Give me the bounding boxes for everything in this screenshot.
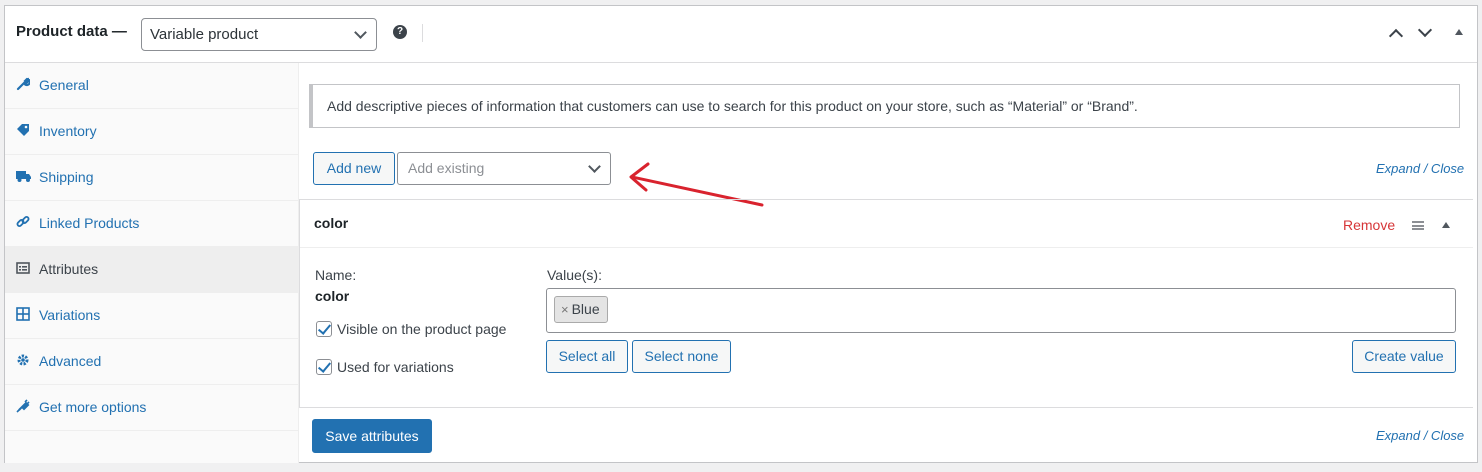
product-type-value: Variable product <box>150 26 259 43</box>
wrench-icon <box>16 77 31 91</box>
truck-icon <box>16 169 31 183</box>
tab-label: Inventory <box>39 123 97 139</box>
used-for-variations-checkbox[interactable] <box>316 359 332 375</box>
remove-attribute-link[interactable]: Remove <box>1343 217 1395 233</box>
tab-label: Variations <box>39 307 101 323</box>
header-divider <box>422 24 423 42</box>
chevron-down-icon <box>354 26 367 39</box>
save-attributes-button[interactable]: Save attributes <box>312 419 432 453</box>
collapse-attribute-icon[interactable] <box>1442 222 1450 228</box>
add-existing-placeholder: Add existing <box>408 160 485 176</box>
tab-label: General <box>39 77 89 93</box>
tab-label: Attributes <box>39 261 99 277</box>
help-icon[interactable]: ? <box>393 25 407 39</box>
name-label: Name: <box>315 267 357 283</box>
tab-label: Linked Products <box>39 215 140 231</box>
tab-general[interactable]: General <box>5 63 299 109</box>
tab-get-more-options[interactable]: Get more options <box>5 385 299 431</box>
tab-label: Advanced <box>39 353 102 369</box>
drag-handle-icon[interactable] <box>1412 221 1424 230</box>
create-value-button[interactable]: Create value <box>1352 340 1456 373</box>
chevron-down-icon <box>1417 22 1433 38</box>
link-icon <box>16 215 30 229</box>
attribute-name-value: color <box>315 288 350 304</box>
chevron-down-icon <box>588 160 601 173</box>
tag-icon <box>16 123 30 137</box>
panel-title: Product data — <box>16 23 127 40</box>
list-icon <box>16 261 30 275</box>
expand-close-link[interactable]: Expand / Close <box>1376 161 1464 176</box>
visible-on-product-page-label: Visible on the product page <box>337 321 507 337</box>
tab-linked-products[interactable]: Linked Products <box>5 201 299 247</box>
remove-value-icon[interactable]: × <box>561 302 569 317</box>
move-up-button[interactable] <box>1385 24 1407 44</box>
attribute-title: color <box>314 215 349 231</box>
value-chip-label: Blue <box>571 301 600 317</box>
tab-label: Shipping <box>39 169 94 185</box>
tab-advanced[interactable]: Advanced <box>5 339 299 385</box>
collapse-toggle-icon[interactable] <box>1455 29 1463 35</box>
plug-icon <box>16 399 30 413</box>
gear-icon <box>16 353 30 367</box>
chevron-up-icon <box>1388 28 1404 44</box>
values-input[interactable]: × Blue <box>546 288 1456 333</box>
add-new-button[interactable]: Add new <box>313 152 395 185</box>
add-existing-select[interactable]: Add existing <box>397 152 611 185</box>
grid-icon <box>16 307 30 321</box>
tab-label: Get more options <box>39 399 147 415</box>
attribute-item: color Remove Name: color Visible on the … <box>299 199 1473 408</box>
tab-attributes[interactable]: Attributes <box>5 247 299 293</box>
tab-variations[interactable]: Variations <box>5 293 299 339</box>
move-down-button[interactable] <box>1414 22 1436 44</box>
select-all-button[interactable]: Select all <box>546 340 628 373</box>
attributes-notice: Add descriptive pieces of information th… <box>309 84 1460 128</box>
tab-shipping[interactable]: Shipping <box>5 155 299 201</box>
visible-on-product-page-checkbox[interactable] <box>316 321 332 337</box>
value-chip[interactable]: × Blue <box>554 296 608 323</box>
attribute-header[interactable]: color Remove <box>300 200 1473 248</box>
select-none-button[interactable]: Select none <box>632 340 731 373</box>
panel-header: Product data — Variable product ? <box>5 6 1477 63</box>
product-type-select[interactable]: Variable product <box>141 18 377 51</box>
tab-inventory[interactable]: Inventory <box>5 109 299 155</box>
used-for-variations-label: Used for variations <box>337 359 454 375</box>
expand-close-link-bottom[interactable]: Expand / Close <box>1376 428 1464 443</box>
product-data-tabs: General Inventory Shipping Linked Produc… <box>5 63 299 463</box>
values-label: Value(s): <box>547 267 602 283</box>
